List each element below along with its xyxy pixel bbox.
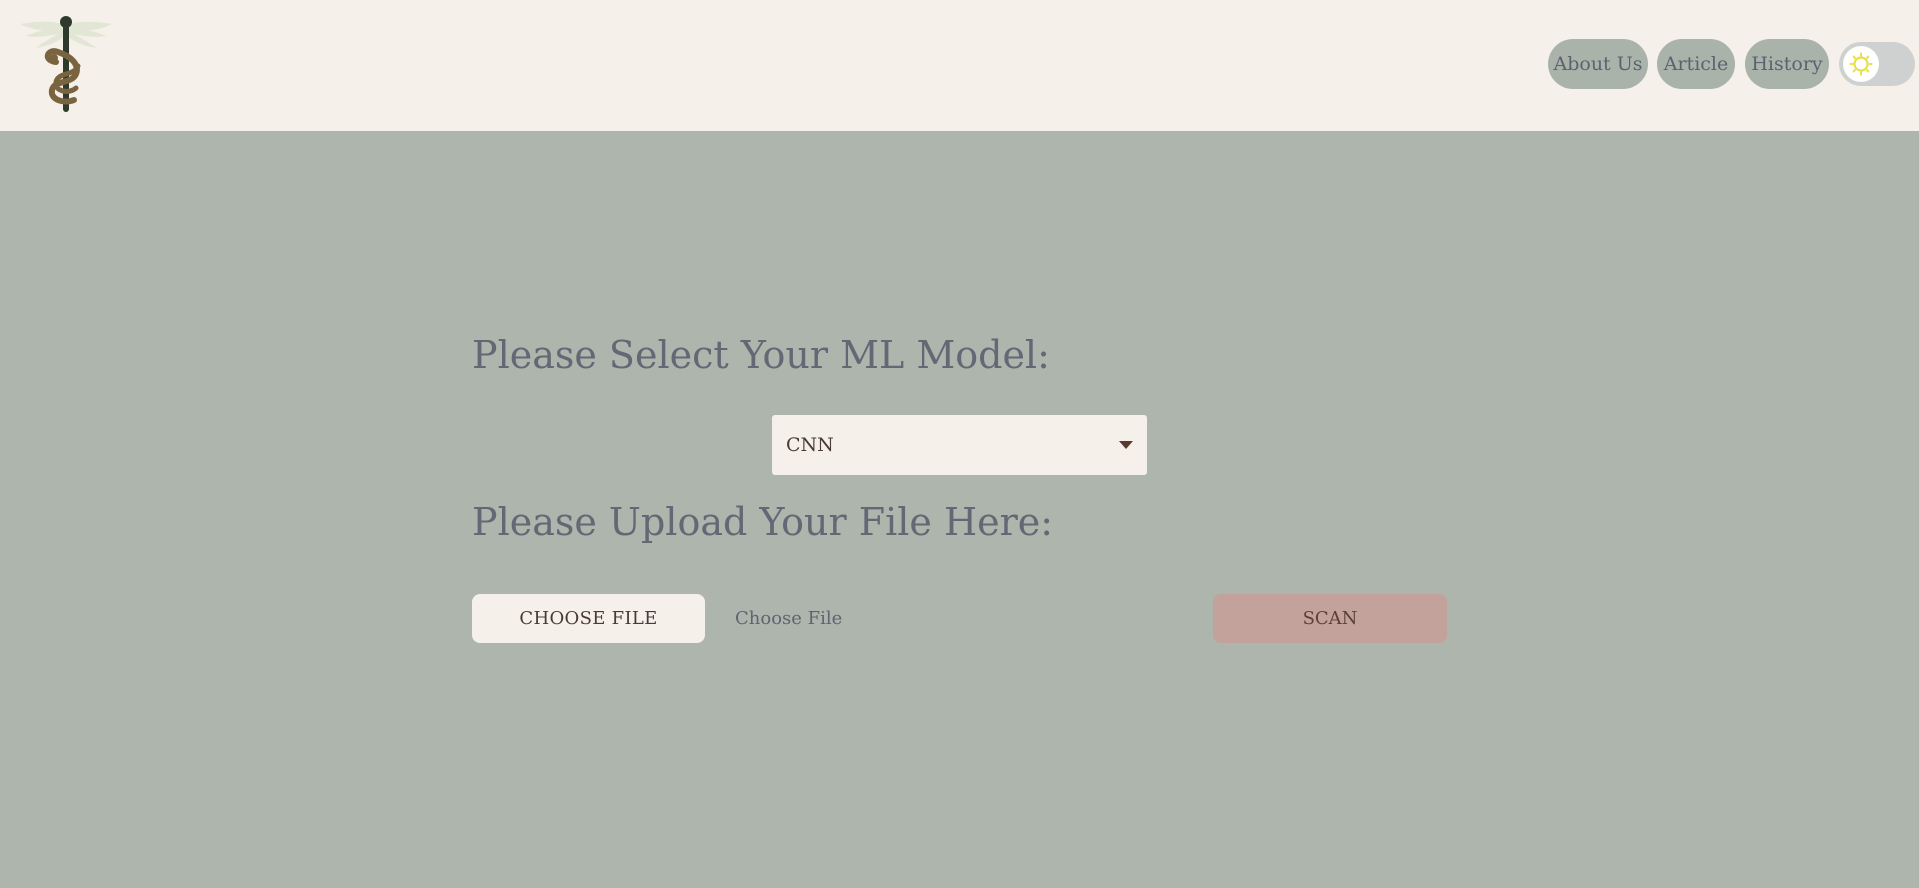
upload-heading: Please Upload Your File Here:	[472, 500, 1054, 544]
caduceus-icon[interactable]	[18, 14, 114, 114]
model-select[interactable]: CNN	[772, 415, 1147, 475]
sun-icon	[1849, 52, 1873, 76]
theme-toggle[interactable]	[1839, 42, 1915, 86]
toggle-knob	[1843, 46, 1879, 82]
header: About Us Article History	[0, 0, 1919, 131]
model-heading: Please Select Your ML Model:	[472, 333, 1050, 377]
choose-file-button[interactable]: CHOOSE FILE	[472, 594, 705, 643]
nav-about-us-button[interactable]: About Us	[1548, 39, 1648, 89]
file-name-label: Choose File	[735, 608, 843, 629]
nav-history-button[interactable]: History	[1745, 39, 1829, 89]
nav-article-button[interactable]: Article	[1657, 39, 1735, 89]
chevron-down-icon	[1119, 441, 1133, 449]
scan-button[interactable]: SCAN	[1213, 594, 1447, 643]
model-select-value: CNN	[786, 434, 834, 456]
